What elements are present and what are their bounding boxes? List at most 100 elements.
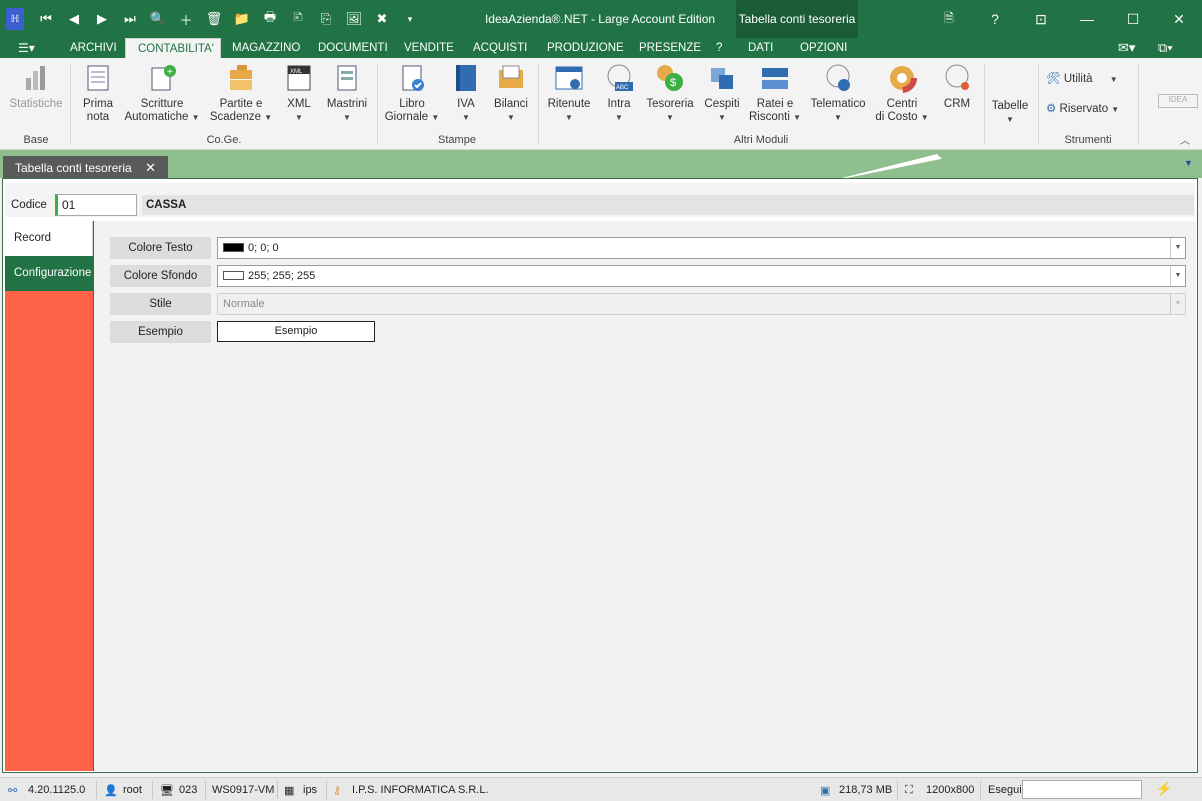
colore-testo-select[interactable]: 0; 0; 0 ▼ xyxy=(217,237,1186,259)
side-tabs: Record Configurazione xyxy=(5,221,93,771)
copy-icon[interactable]: ⎘ xyxy=(312,8,340,30)
memory-icon: ▣ xyxy=(820,785,831,797)
tab-magazzino[interactable]: MAGAZZINO xyxy=(232,38,300,58)
prima-nota-label-1: Prima xyxy=(82,98,114,110)
customize-qat-icon[interactable]: ▾ xyxy=(396,8,424,30)
tab-configurazione[interactable]: Configurazione xyxy=(5,256,93,291)
utilita-button[interactable]: 🛠 Utilità ▼ xyxy=(1046,73,1130,86)
statistiche-button[interactable]: Statistiche xyxy=(8,62,64,111)
tabelle-button[interactable]: Tabelle ▼ xyxy=(988,100,1032,126)
tab-vendite[interactable]: VENDITE xyxy=(404,38,454,58)
tab-produzione[interactable]: PRODUZIONE xyxy=(547,38,624,58)
new-record-icon[interactable]: ＋ xyxy=(172,8,200,30)
search-icon[interactable]: 🔍 xyxy=(144,8,172,30)
tab-documenti[interactable]: DOCUMENTI xyxy=(318,38,388,58)
mail-icon[interactable]: ✉▾ xyxy=(1118,38,1135,58)
cespiti-button[interactable]: Cespiti ▼ xyxy=(704,62,740,124)
scritture-button[interactable]: + Scritture Automatiche ▼ xyxy=(124,62,200,124)
company-name-text: I.P.S. INFORMATICA S.R.L. xyxy=(352,784,489,796)
station-text: 023 xyxy=(179,784,198,796)
image-icon[interactable]: 🖼 xyxy=(340,8,368,30)
partite-label-1: Partite e xyxy=(219,98,263,110)
add-document-icon: + xyxy=(151,65,176,91)
chevron-down-icon[interactable]: ▼ xyxy=(1170,266,1185,286)
prev-record-icon[interactable]: ◀ xyxy=(60,8,88,30)
tab-strip-decoration xyxy=(842,154,942,178)
layout-icon[interactable]: ⧉▾ xyxy=(1158,38,1173,58)
minimize-button[interactable]: — xyxy=(1064,0,1110,38)
tab-contabilita[interactable]: CONTABILITA' xyxy=(125,38,221,58)
colore-sfondo-select[interactable]: 255; 255; 255 ▼ xyxy=(217,265,1186,287)
document-icon[interactable]: 🗎 xyxy=(926,0,972,38)
key-icon: ⚷ xyxy=(333,785,342,797)
collapse-ribbon-icon[interactable]: ︿ xyxy=(1180,132,1190,147)
bilanci-button[interactable]: Bilanci ▼ xyxy=(492,62,530,124)
group-stampe: Stampe xyxy=(438,134,476,146)
partite-label-2: Scadenze xyxy=(209,111,262,123)
next-record-icon[interactable]: ▶ xyxy=(88,8,116,30)
riservato-button[interactable]: ⚙ Riservato ▼ xyxy=(1046,103,1130,116)
tabelle-label: Tabelle xyxy=(991,100,1029,112)
tab-archivi[interactable]: ARCHIVI xyxy=(70,38,117,58)
last-record-icon[interactable]: ⏭ xyxy=(116,8,144,30)
tab-opzioni[interactable]: OPZIONI xyxy=(800,38,847,58)
mastrini-button[interactable]: Mastrini ▼ xyxy=(324,62,370,124)
codice-input[interactable]: 01 xyxy=(55,194,137,216)
ratei-button[interactable]: Ratei e Risconti ▼ xyxy=(748,62,802,124)
app-logo-icon[interactable]: ℍ xyxy=(6,8,24,30)
ritenute-label: Ritenute xyxy=(547,98,591,110)
ritenute-button[interactable]: Ritenute ▼ xyxy=(544,62,594,124)
tab-help[interactable]: ? xyxy=(716,38,722,58)
svg-text:+: + xyxy=(167,67,173,78)
group-strumenti: Strumenti xyxy=(1064,134,1112,146)
colore-testo-row: Colore Testo 0; 0; 0 ▼ xyxy=(110,237,1186,259)
close-tab-icon[interactable]: ✕ xyxy=(145,160,156,176)
color-wheel-icon xyxy=(887,63,917,93)
tab-list-dropdown-icon[interactable]: ▼ xyxy=(1184,158,1193,168)
folder-icon[interactable]: 📁 xyxy=(228,8,256,30)
journal-icon xyxy=(87,65,109,91)
excel-close-icon[interactable]: ✖ xyxy=(368,8,396,30)
tesoreria-button[interactable]: $ Tesoreria ▼ xyxy=(644,62,696,124)
user-icon: 👤 xyxy=(104,785,118,797)
company-code-text: ips xyxy=(303,784,318,796)
help-icon[interactable]: ? xyxy=(972,0,1018,38)
chevron-down-icon: ▼ xyxy=(1170,294,1185,314)
tab-presenze[interactable]: PRESENZE xyxy=(639,38,701,58)
print-icon[interactable]: 🖶 xyxy=(256,8,284,30)
first-record-icon[interactable]: ⏮ xyxy=(32,8,60,30)
xml-button[interactable]: XML XML ▼ xyxy=(282,62,316,124)
xml-file-icon: XML xyxy=(287,65,311,91)
globe-pin-icon xyxy=(945,64,969,90)
maximize-button[interactable]: ☐ xyxy=(1110,0,1156,38)
prima-nota-button[interactable]: Prima nota xyxy=(76,62,120,124)
centri-costo-button[interactable]: Centri di Costo ▼ xyxy=(874,62,930,124)
intra-button[interactable]: ABC Intra ▼ xyxy=(602,62,636,124)
restore-ribbon-icon[interactable]: ⊡ xyxy=(1018,0,1064,38)
iva-button[interactable]: IVA ▼ xyxy=(450,62,482,124)
context-title: Tabella conti tesoreria xyxy=(736,0,858,38)
ratei-label-2: Risconti xyxy=(748,111,790,123)
delete-icon[interactable]: 🗑 xyxy=(200,8,228,30)
tab-record[interactable]: Record xyxy=(5,221,93,256)
memory-text: 218,73 MB xyxy=(839,784,893,796)
lightning-icon[interactable]: ⚡ xyxy=(1156,781,1172,797)
libro-giornale-button[interactable]: Libro Giornale ▼ xyxy=(384,62,440,124)
esempio-preview: Esempio xyxy=(217,321,375,342)
close-button[interactable]: ✕ xyxy=(1156,0,1202,38)
tab-dati[interactable]: DATI xyxy=(748,38,773,58)
intra-label: Intra xyxy=(607,98,631,110)
calculator-icon[interactable]: 🗈 xyxy=(284,8,312,30)
stile-value: Normale xyxy=(223,298,265,310)
doc-tab-tesoreria[interactable]: Tabella conti tesoreria ✕ xyxy=(3,156,168,180)
app-menu-icon[interactable]: ☰▾ xyxy=(18,38,35,58)
telematico-button[interactable]: Telematico ▼ xyxy=(810,62,866,124)
crm-button[interactable]: CRM xyxy=(938,62,976,111)
tab-acquisti[interactable]: ACQUISTI xyxy=(473,38,527,58)
coins-icon: $ xyxy=(657,65,683,91)
partite-button[interactable]: Partite e Scadenze ▼ xyxy=(208,62,274,124)
group-altri: Altri Moduli xyxy=(733,134,789,146)
libro-label-2: Giornale xyxy=(384,111,429,123)
esegui-input[interactable] xyxy=(1022,780,1142,799)
chevron-down-icon[interactable]: ▼ xyxy=(1170,238,1185,258)
